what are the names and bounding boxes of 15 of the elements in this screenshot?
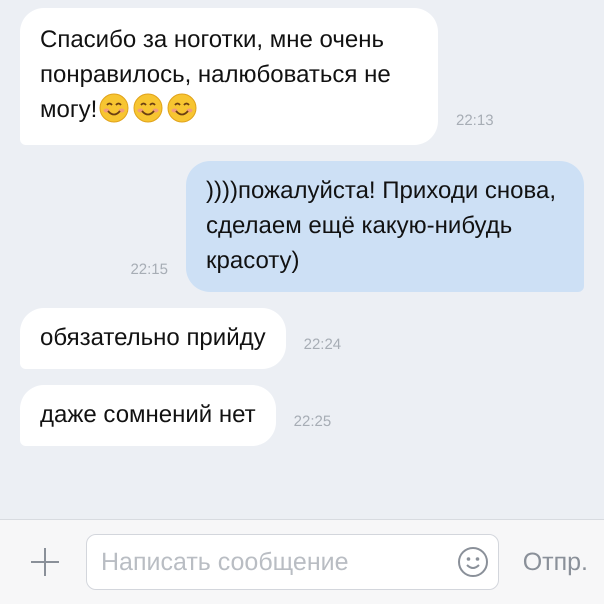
message-time: 22:25 [294,413,332,430]
message-field[interactable]: Написать сообщение [86,534,499,590]
smiling-face-icon [99,93,130,123]
message-bubble: даже сомнений нет [20,385,276,446]
smiley-icon[interactable] [456,546,489,578]
send-button[interactable]: Отпр. [522,548,588,576]
message-bubble: Спасибо за ноготки, мне очень понравилось, налюбоваться не могу! [20,8,438,145]
plus-icon[interactable] [28,545,62,579]
message-bubble: ))))пожалуйста! Приходи снова, сделаем ещё какую-нибудь красоту) [186,161,584,292]
message-time: 22:15 [130,261,168,278]
message-time: 22:24 [304,336,342,353]
message-time: 22:13 [456,112,494,129]
smiling-face-icon [167,93,198,123]
smiling-face-icon [133,93,164,123]
message-bubble: обязательно прийду [20,308,286,369]
